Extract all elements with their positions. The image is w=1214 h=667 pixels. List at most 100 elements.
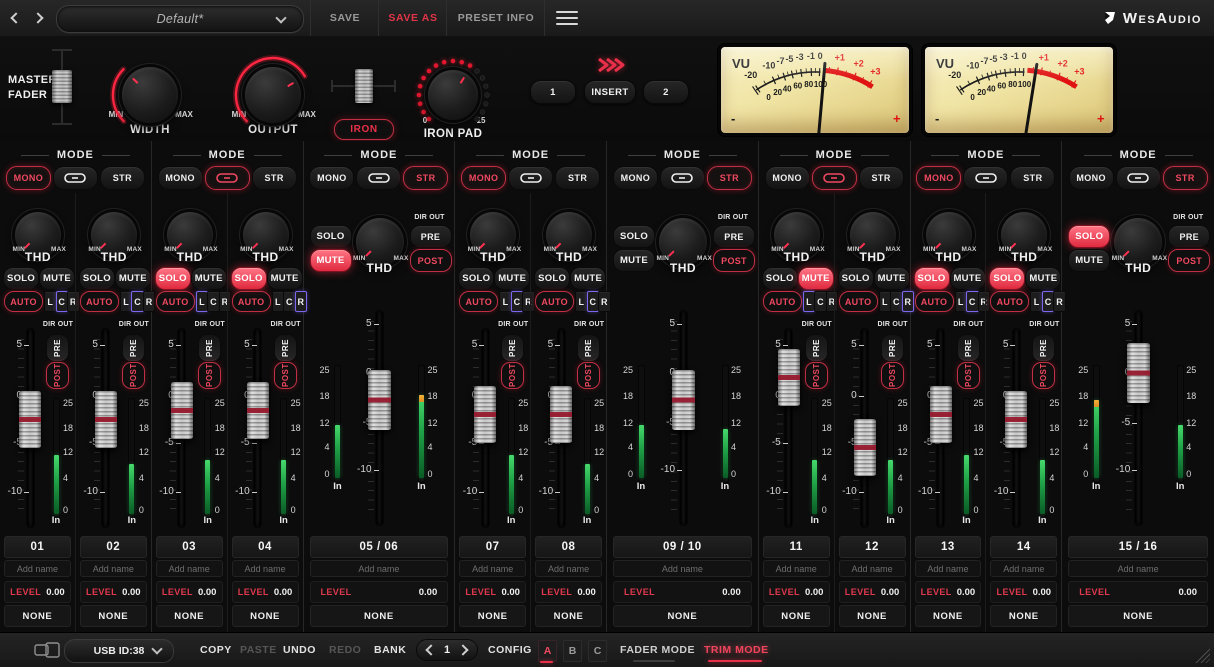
channel-name-input[interactable] [1068,560,1208,577]
mode-str-button[interactable]: STR [403,166,448,190]
post-button[interactable]: POST [805,362,828,389]
mode-link-button[interactable] [53,166,98,190]
pan-l-button[interactable]: L [499,291,512,312]
fader-handle[interactable] [368,370,391,430]
channel-name-input[interactable] [310,560,449,577]
pan-l-button[interactable]: L [575,291,588,312]
mode-mono-button[interactable]: MONO [309,166,354,190]
mode-mono-button[interactable]: MONO [1069,166,1114,190]
post-button[interactable]: POST [957,362,980,389]
insert-2-button[interactable]: 2 [643,80,689,104]
auto-button[interactable]: AUTO [156,291,195,312]
auto-button[interactable]: AUTO [232,291,271,312]
solo-button[interactable]: SOLO [1068,225,1110,248]
mode-mono-button[interactable]: MONO [461,166,506,190]
mode-str-button[interactable]: STR [252,166,297,190]
mode-str-button[interactable]: STR [555,166,600,190]
width-knob[interactable] [122,67,178,123]
output-knob[interactable] [245,67,301,123]
solo-button[interactable]: SOLO [762,267,798,290]
auto-button[interactable]: AUTO [763,291,802,312]
fader-handle[interactable] [1127,343,1150,403]
post-button[interactable]: POST [122,362,145,389]
pan-c-button[interactable]: C [207,291,220,312]
fader-handle[interactable] [474,386,496,443]
channel-name-input[interactable] [613,560,752,577]
solo-button[interactable]: SOLO [613,225,655,248]
channel-route-button[interactable]: NONE [990,605,1057,627]
channel-number[interactable]: 15 / 16 [1068,536,1208,558]
mute-button[interactable]: MUTE [570,267,606,290]
pre-button[interactable]: PRE [805,334,828,362]
mode-mono-button[interactable]: MONO [158,166,203,190]
mode-link-button[interactable] [205,166,250,190]
solo-button[interactable]: SOLO [534,267,570,290]
channel-name-input[interactable] [535,560,602,577]
channel-number[interactable]: 09 / 10 [613,536,752,558]
post-button[interactable]: POST [1168,249,1210,272]
channel-number[interactable]: 03 [156,536,223,558]
mode-link-button[interactable] [660,166,705,190]
mute-button[interactable]: MUTE [191,267,227,290]
fader-handle[interactable] [550,386,572,443]
insert-1-button[interactable]: 1 [530,80,576,104]
mute-button[interactable]: MUTE [1068,249,1110,272]
channel-route-button[interactable]: NONE [613,605,752,627]
mode-mono-button[interactable]: MONO [613,166,658,190]
pre-button[interactable]: PRE [122,334,145,362]
config-button[interactable]: CONFIG [488,633,532,667]
pan-c-button[interactable]: C [283,291,296,312]
solo-button[interactable]: SOLO [231,267,267,290]
preset-back-button[interactable] [6,8,26,28]
solo-button[interactable]: SOLO [989,267,1025,290]
preset-forward-button[interactable] [28,8,48,28]
mute-button[interactable]: MUTE [798,267,834,290]
mode-link-button[interactable] [963,166,1008,190]
mode-link-button[interactable] [356,166,401,190]
fader-handle[interactable] [672,370,695,430]
mode-str-button[interactable]: STR [859,166,904,190]
mode-link-button[interactable] [1116,166,1161,190]
solo-button[interactable]: SOLO [3,267,39,290]
usb-id-selector[interactable]: USB ID:38 [64,639,174,663]
auto-button[interactable]: AUTO [4,291,43,312]
pre-button[interactable]: PRE [713,225,755,248]
channel-route-button[interactable]: NONE [915,605,982,627]
mode-str-button[interactable]: STR [707,166,752,190]
bank-a-button[interactable]: A [538,640,557,662]
channel-route-button[interactable]: NONE [232,605,299,627]
bank-c-button[interactable]: C [588,640,607,662]
master-fader-handle[interactable] [52,70,72,103]
channel-route-button[interactable]: NONE [310,605,449,627]
solo-button[interactable]: SOLO [838,267,874,290]
bank-next-button[interactable] [457,644,468,655]
solo-button[interactable]: SOLO [458,267,494,290]
fader-handle[interactable] [778,349,800,406]
pre-button[interactable]: PRE [198,334,221,362]
mode-mono-button[interactable]: MONO [916,166,961,190]
auto-button[interactable]: AUTO [990,291,1029,312]
solo-button[interactable]: SOLO [310,225,352,248]
pre-button[interactable]: PRE [1168,225,1210,248]
paste-button[interactable]: PASTE [240,633,277,667]
pre-button[interactable]: PRE [501,334,524,362]
post-button[interactable]: POST [713,249,755,272]
resize-grip[interactable] [1195,648,1210,663]
post-button[interactable]: POST [274,362,297,389]
pan-c-button[interactable]: C [890,291,903,312]
pre-button[interactable]: PRE [46,334,69,362]
post-button[interactable]: POST [410,249,452,272]
channel-route-button[interactable]: NONE [839,605,906,627]
channel-number[interactable]: 04 [232,536,299,558]
mode-str-button[interactable]: STR [100,166,145,190]
channel-name-input[interactable] [459,560,526,577]
iron-pad-knob[interactable] [428,70,478,120]
channel-number[interactable]: 01 [4,536,71,558]
pre-button[interactable]: PRE [577,334,600,362]
mode-str-button[interactable]: STR [1163,166,1208,190]
mute-button[interactable]: MUTE [950,267,986,290]
pre-button[interactable]: PRE [274,334,297,362]
insert-button[interactable]: INSERT [584,80,636,104]
solo-button[interactable]: SOLO [79,267,115,290]
mode-mono-button[interactable]: MONO [765,166,810,190]
